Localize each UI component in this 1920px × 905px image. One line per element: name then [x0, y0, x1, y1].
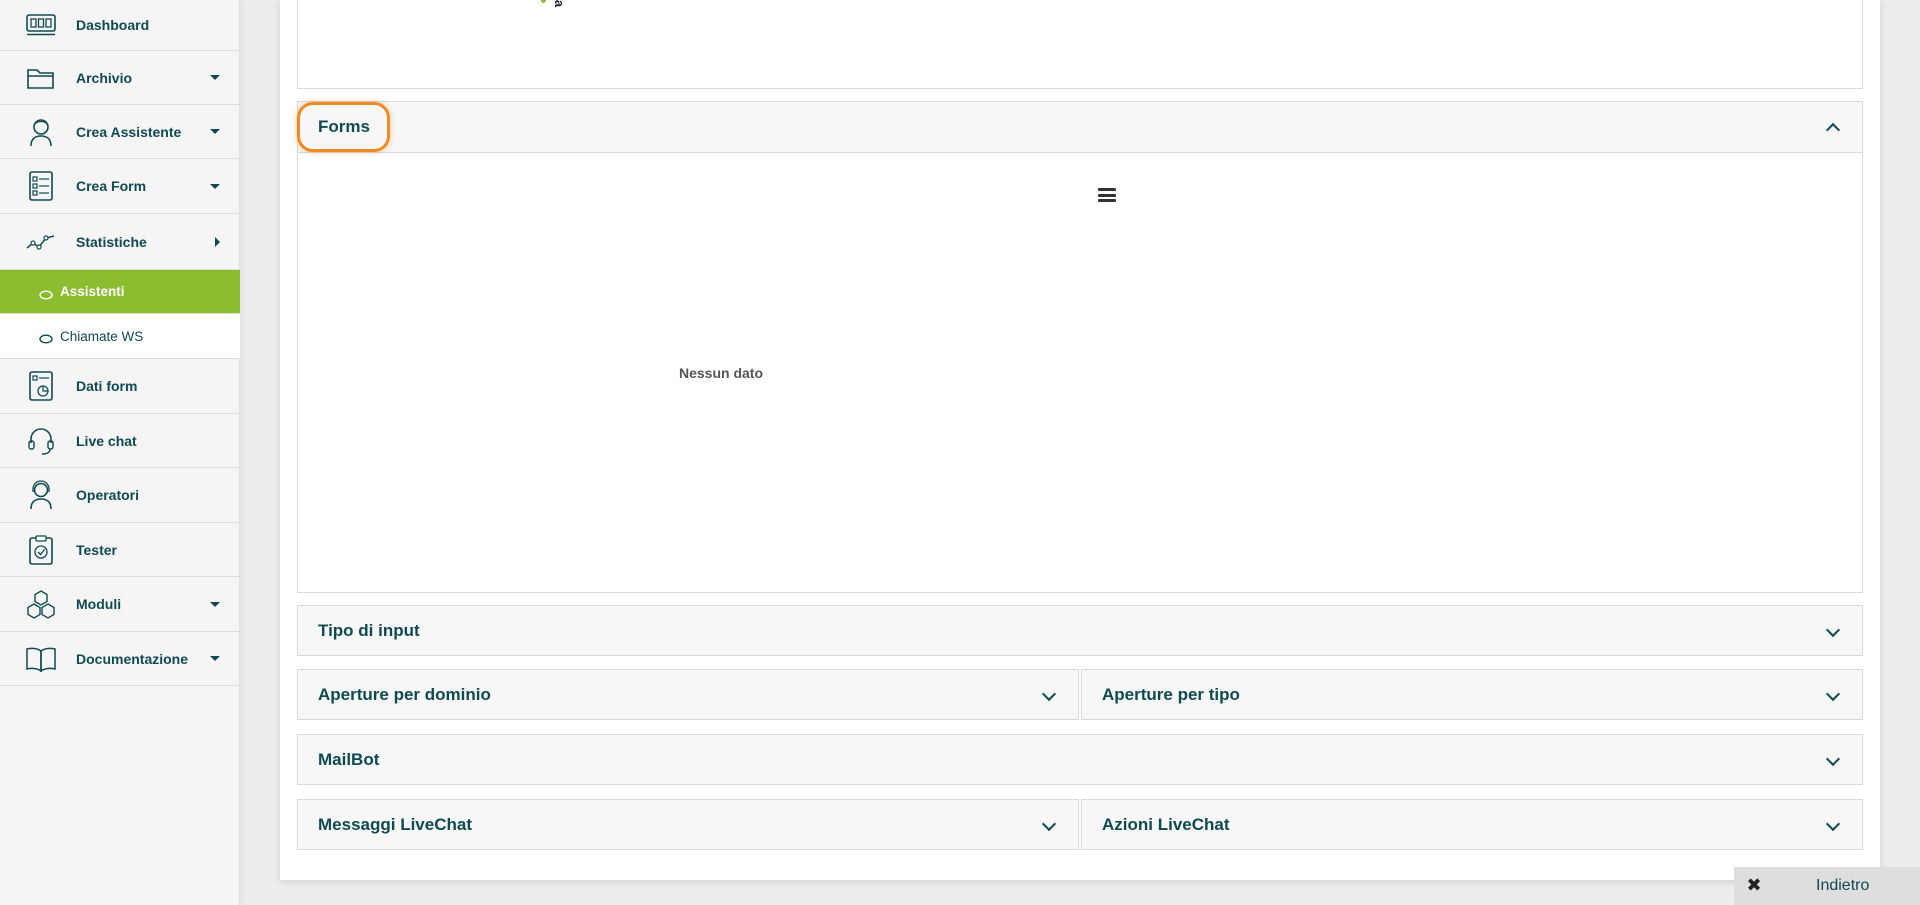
back-button[interactable]: Indietro [1816, 877, 1869, 895]
chevron-down-icon[interactable] [1041, 686, 1057, 702]
sidebar-item-label: Dashboard [76, 17, 150, 33]
sidebar-item-live-chat[interactable]: Live chat [0, 414, 240, 468]
caret-down-icon [210, 656, 220, 661]
chevron-down-icon[interactable] [1041, 816, 1057, 832]
panel-header[interactable]: Tipo di input [298, 606, 1862, 656]
chevron-down-icon[interactable] [1825, 622, 1841, 638]
book-icon [24, 642, 58, 676]
legend-dot [541, 0, 546, 3]
sidebar-subitem-label: Chiamate WS [60, 328, 144, 344]
sidebar-item-label: Operatori [76, 487, 140, 503]
dashboard-icon [24, 8, 58, 42]
sidebar-item-label: Crea Form [76, 178, 147, 194]
panel-forms-header[interactable]: Forms [298, 102, 1862, 152]
circle-icon [38, 287, 54, 299]
back-bar: ✖ Indietro [1734, 867, 1920, 905]
panel-title: Tipo di input [318, 621, 420, 640]
sidebar-item-label: Crea Assistente [76, 123, 182, 140]
panel-header[interactable]: Azioni LiveChat [1082, 800, 1862, 850]
sidebar-subitem-label: Assistenti [60, 284, 125, 299]
panel-messaggi-livechat[interactable]: Messaggi LiveChat [297, 799, 1079, 850]
folder-icon [24, 61, 58, 95]
sidebar-item-label: Live chat [76, 432, 137, 449]
chevron-down-icon[interactable] [1825, 686, 1841, 702]
chart-label-fragment: a [552, 0, 568, 8]
sidebar-item-archivio[interactable]: Archivio [0, 51, 240, 105]
sidebar-item-label: Moduli [76, 596, 122, 612]
caret-right-icon [215, 236, 220, 247]
panel-header[interactable]: Messaggi LiveChat [298, 800, 1078, 850]
close-icon[interactable]: ✖ [1744, 875, 1764, 895]
sidebar-subitem-assistenti[interactable]: Assistenti [0, 270, 240, 314]
sidebar-item-label: Tester [76, 541, 117, 558]
panel-header[interactable]: Aperture per dominio [298, 670, 1078, 720]
panel-forms: Forms Nessun dato [297, 101, 1863, 593]
panel-tipo-input[interactable]: Tipo di input [297, 605, 1863, 656]
form-icon [24, 169, 58, 203]
chevron-up-icon[interactable] [1825, 122, 1841, 138]
panel-title: Forms [318, 117, 370, 136]
assistant-icon [24, 115, 58, 149]
panel-aperture-tipo[interactable]: Aperture per tipo [1081, 669, 1863, 720]
chevron-down-icon[interactable] [1825, 816, 1841, 832]
form-data-icon [24, 369, 58, 403]
chart-icon [24, 225, 58, 259]
sidebar-item-moduli[interactable]: Moduli [0, 577, 240, 632]
sidebar-item-label: Documentazione [76, 650, 189, 667]
chart-panel-top: a [297, 0, 1863, 89]
sidebar-item-label: Archivio [76, 69, 133, 86]
panel-title: Messaggi LiveChat [318, 815, 472, 834]
panel-title: Aperture per dominio [318, 685, 491, 704]
panel-title: Azioni LiveChat [1102, 815, 1230, 834]
circle-icon [38, 331, 54, 344]
sidebar-item-tester[interactable]: Tester [0, 523, 240, 577]
sidebar-item-operatori[interactable]: Operatori [0, 468, 240, 523]
clipboard-check-icon [24, 533, 58, 567]
panel-header[interactable]: Aperture per tipo [1082, 670, 1862, 720]
caret-down-icon [210, 601, 220, 607]
sidebar-subitem-chiamate-ws[interactable]: Chiamate WS [0, 314, 240, 359]
caret-down-icon [210, 129, 220, 134]
chevron-down-icon[interactable] [1825, 751, 1841, 767]
panel-mailbot[interactable]: MailBot [297, 734, 1863, 785]
caret-down-icon [210, 75, 220, 80]
sidebar-item-dashboard[interactable]: Dashboard [0, 0, 240, 51]
sidebar-item-documentazione[interactable]: Documentazione [0, 632, 240, 686]
sidebar-item-statistiche[interactable]: Statistiche [0, 214, 240, 270]
menu-icon[interactable] [1098, 188, 1116, 202]
cubes-icon [24, 587, 58, 621]
no-data-message: Nessun dato [679, 365, 764, 381]
forms-chart-area: Nessun dato [298, 152, 1862, 592]
panel-title: MailBot [318, 750, 380, 769]
panel-azioni-livechat[interactable]: Azioni LiveChat [1081, 799, 1863, 850]
panel-header[interactable]: MailBot [298, 735, 1862, 785]
sidebar-item-dati-form[interactable]: Dati form [0, 359, 240, 414]
caret-down-icon [210, 183, 220, 189]
sidebar-item-crea-assistente[interactable]: Crea Assistente [0, 105, 240, 159]
sidebar-item-crea-form[interactable]: Crea Form [0, 159, 240, 214]
headset-icon [24, 424, 58, 458]
sidebar: Dashboard Archivio Crea Assistente Crea … [0, 0, 240, 905]
sidebar-item-label: Dati form [76, 378, 138, 394]
operator-icon [24, 478, 58, 512]
sidebar-item-label: Statistiche [76, 233, 147, 250]
panel-title: Aperture per tipo [1102, 685, 1240, 704]
panel-aperture-dominio[interactable]: Aperture per dominio [297, 669, 1079, 720]
